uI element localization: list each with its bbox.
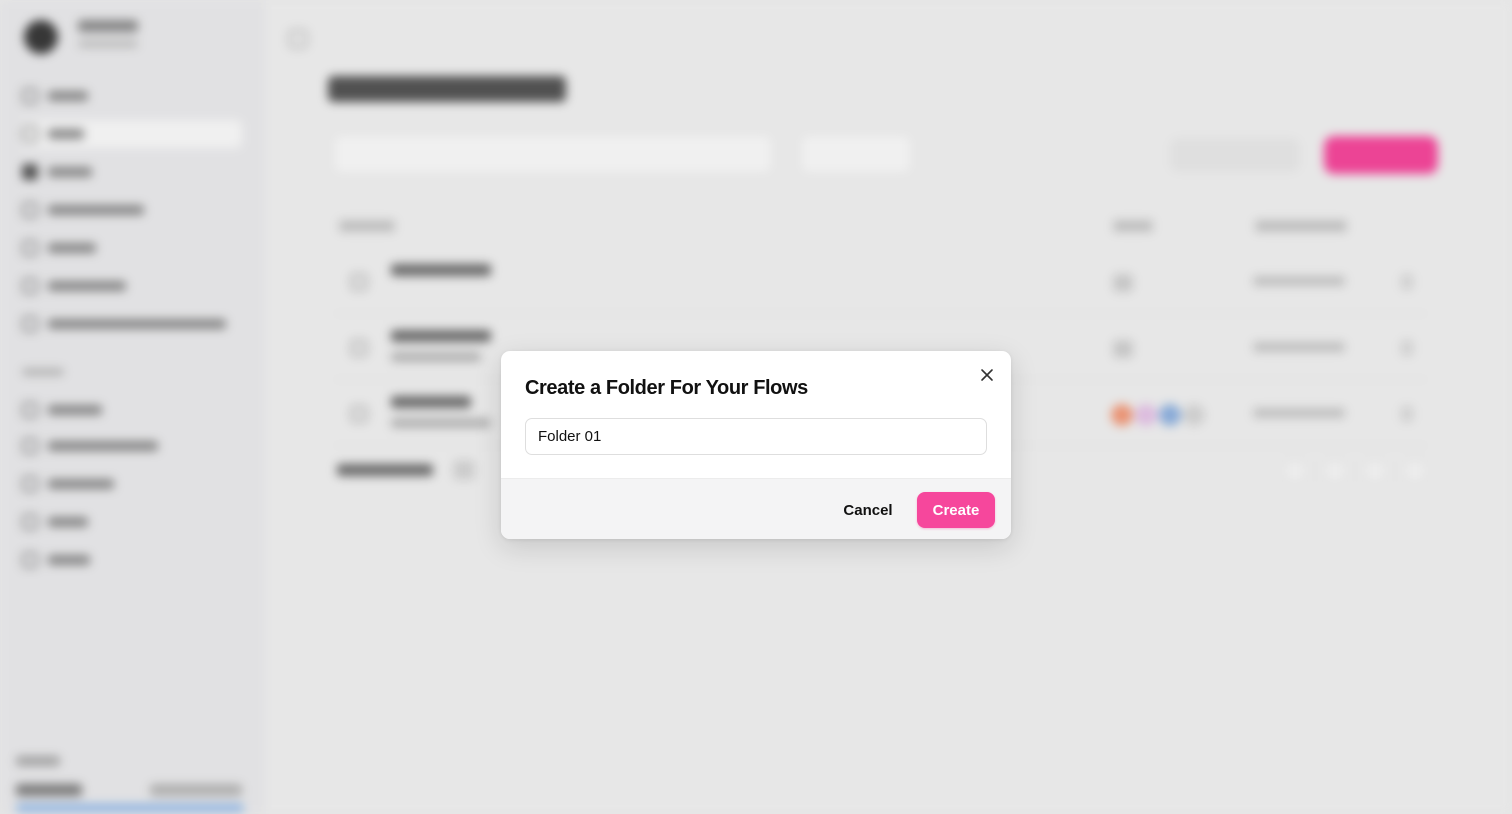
dialog-title: Create a Folder For Your Flows <box>525 377 808 399</box>
create-folder-dialog: Create a Folder For Your Flows Cancel Cr… <box>501 351 1011 539</box>
dialog-footer: Cancel Create <box>501 478 1011 539</box>
create-button[interactable]: Create <box>917 492 995 528</box>
close-button[interactable] <box>977 365 997 385</box>
folder-name-input[interactable] <box>525 418 987 455</box>
close-icon <box>981 369 993 381</box>
cancel-button[interactable]: Cancel <box>832 492 904 528</box>
